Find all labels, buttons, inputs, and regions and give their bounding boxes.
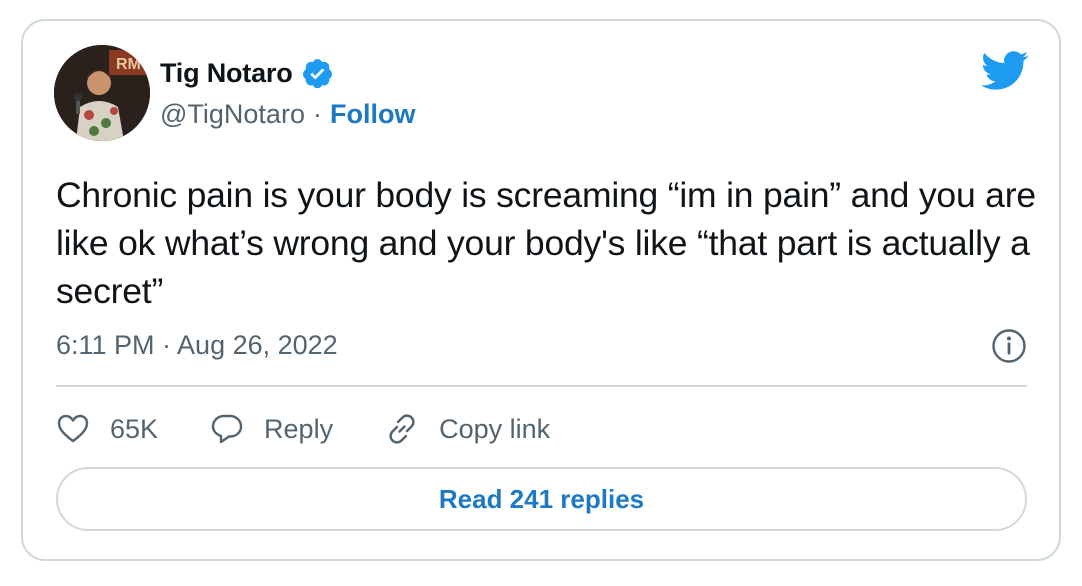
avatar[interactable]: RM [54, 45, 150, 141]
author-handle[interactable]: @TigNotaro [160, 99, 305, 130]
reply-bubble-icon [211, 414, 243, 444]
copy-link-label: Copy link [439, 413, 551, 444]
twitter-bird-icon[interactable] [981, 51, 1029, 91]
author-name-row: Tig Notaro [160, 57, 334, 90]
link-icon [389, 414, 415, 444]
reply-label: Reply [264, 413, 334, 444]
copy-link-button[interactable]: Copy link [385, 412, 550, 446]
follow-button[interactable]: Follow [330, 99, 415, 130]
author-handle-row: @TigNotaro · Follow [160, 99, 415, 130]
tweet-timestamp[interactable]: 6:11 PM · Aug 26, 2022 [56, 330, 338, 361]
tweet-actions: 65K Reply Copy link [56, 405, 602, 453]
tweet-card: RM Tig Notaro @TigNotaro · Follow Chroni… [21, 19, 1061, 561]
author-name[interactable]: Tig Notaro [160, 58, 293, 89]
tweet-text: Chronic pain is your body is screaming “… [56, 175, 1036, 311]
read-replies-button[interactable]: Read 241 replies [56, 467, 1027, 531]
like-count: 65K [110, 413, 159, 444]
verified-badge-icon [301, 57, 334, 90]
heart-icon [57, 414, 89, 443]
separator-dot: · [312, 99, 322, 129]
info-icon[interactable] [991, 328, 1027, 364]
svg-text:RM: RM [116, 56, 141, 73]
like-button[interactable]: 65K [56, 412, 158, 446]
reply-button[interactable]: Reply [210, 412, 333, 446]
divider [56, 385, 1027, 387]
